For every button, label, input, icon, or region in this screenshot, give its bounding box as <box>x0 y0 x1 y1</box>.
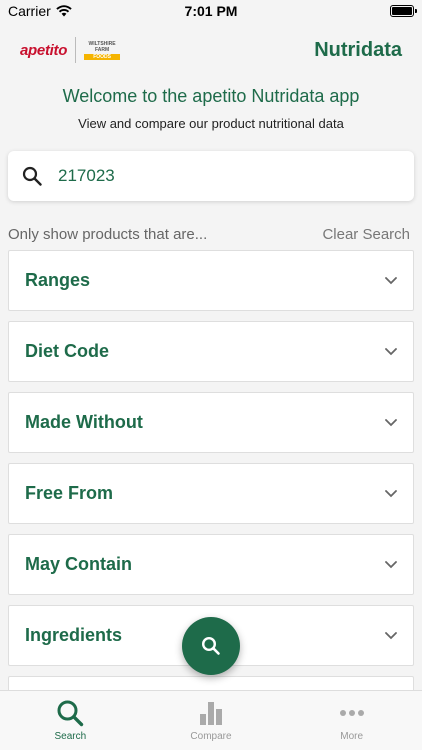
tab-bar: Search Compare More <box>0 690 422 750</box>
filter-free-from[interactable]: Free From <box>8 463 414 524</box>
chevron-down-icon <box>385 418 397 426</box>
chevron-down-icon <box>385 347 397 355</box>
carrier-label: Carrier <box>8 3 51 19</box>
tab-compare[interactable]: Compare <box>141 691 281 742</box>
filter-label: Ranges <box>25 270 91 290</box>
filter-ranges[interactable]: Ranges <box>8 250 414 311</box>
search-icon <box>57 700 84 727</box>
status-left: Carrier <box>8 3 72 19</box>
battery-icon <box>390 5 417 17</box>
wifi-icon <box>56 5 72 17</box>
app-title: Nutridata <box>314 38 402 61</box>
filter-label: May Contain <box>25 554 133 574</box>
tab-label: Compare <box>190 731 232 742</box>
chevron-down-icon <box>385 276 397 284</box>
more-dots-icon <box>339 710 364 716</box>
filter-diet-code[interactable]: Diet Code <box>8 321 414 382</box>
tab-label: More <box>340 731 364 742</box>
partner-logo-line-3: FOODS <box>84 53 121 60</box>
filter-may-contain[interactable]: May Contain <box>8 534 414 595</box>
tab-more[interactable]: More <box>282 691 422 742</box>
chevron-down-icon <box>385 631 397 639</box>
filter-prompt: Only show products that are... <box>8 226 208 243</box>
filter-label: Made Without <box>25 412 143 432</box>
filter-label: Diet Code <box>25 341 110 361</box>
filter-label: Free From <box>25 483 114 503</box>
search-input[interactable] <box>58 166 400 186</box>
brand-logos: apetito WILTSHIRE FARM FOODS <box>20 37 121 63</box>
chevron-down-icon <box>385 489 397 497</box>
welcome-subtitle: View and compare our product nutritional… <box>78 116 344 131</box>
search-fab-button[interactable] <box>182 617 240 675</box>
tab-search[interactable]: Search <box>0 691 140 742</box>
app-header: apetito WILTSHIRE FARM FOODS Nutridata <box>0 28 422 72</box>
chevron-down-icon <box>385 560 397 568</box>
filter-label: Ingredients <box>25 625 123 645</box>
search-icon <box>22 166 42 186</box>
tab-label: Search <box>54 731 87 742</box>
search-icon <box>201 636 220 655</box>
status-bar: Carrier 7:01 PM <box>0 0 422 22</box>
partner-logo-line-2: FARM <box>94 46 110 53</box>
filter-header: Only show products that are... Clear Sea… <box>8 226 410 243</box>
logo-divider <box>75 37 77 63</box>
search-box[interactable] <box>8 151 414 201</box>
filter-made-without[interactable]: Made Without <box>8 392 414 453</box>
clear-search-button[interactable]: Clear Search <box>322 226 410 243</box>
welcome-title: Welcome to the apetito Nutridata app <box>62 86 360 106</box>
apetito-logo: apetito <box>20 41 68 59</box>
wiltshire-farm-foods-logo: WILTSHIRE FARM FOODS <box>84 38 121 62</box>
bar-chart-icon <box>199 702 222 725</box>
